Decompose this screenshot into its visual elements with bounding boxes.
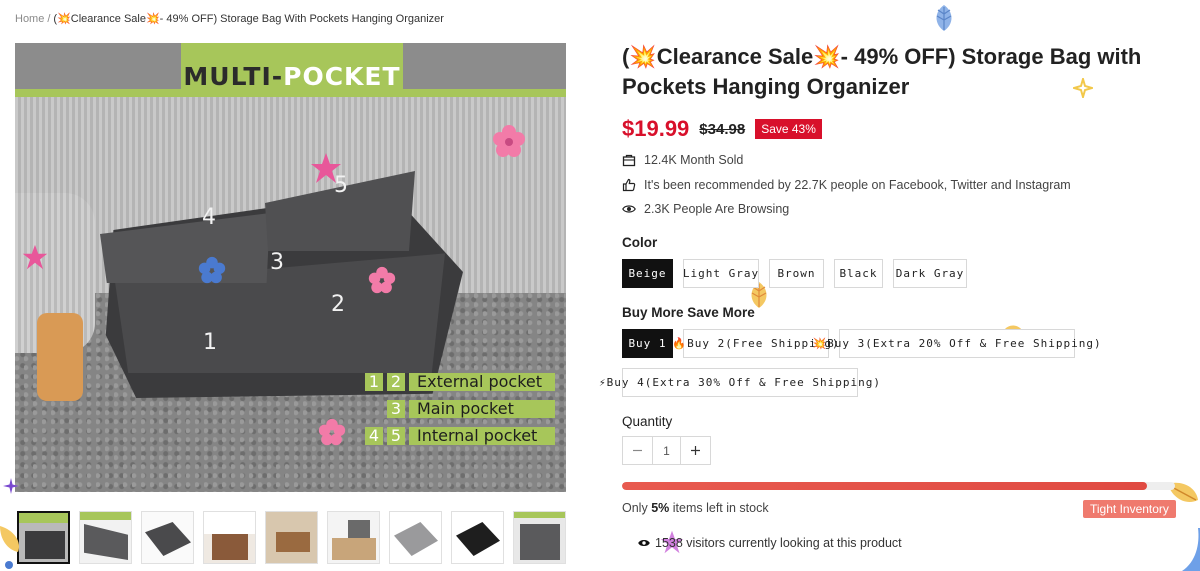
sale-price: $19.99 <box>622 116 690 141</box>
leaf-decoration-icon <box>936 5 952 31</box>
stock-prefix: Only <box>622 501 648 515</box>
image-banner: MULTI-POCKET <box>181 43 403 95</box>
pocket-number-4: 4 <box>202 205 216 230</box>
thumbnail[interactable] <box>79 511 132 564</box>
sofa-leg-illustration <box>37 313 83 401</box>
bundle-label: Buy More Save More <box>622 305 755 320</box>
stock-progress-bar <box>622 482 1175 490</box>
thumbs-up-icon <box>622 178 636 192</box>
browsing-text: 2.3K People Are Browsing <box>644 202 790 216</box>
stock-progress-fill <box>622 482 1148 490</box>
thumbnail[interactable] <box>389 511 442 564</box>
info-row-recommended: It's been recommended by 22.7K people on… <box>622 178 1071 192</box>
bundle-option-buy-4[interactable]: ⚡Buy 4(Extra 30% Off & Free Shipping) <box>599 368 880 397</box>
legend-num: 4 <box>365 426 383 445</box>
thumbnail[interactable] <box>451 511 504 564</box>
legend-num: 5 <box>387 426 405 445</box>
color-label: Color <box>622 235 658 250</box>
quantity-label: Quantity <box>622 414 673 429</box>
legend-row-external: 1 2 External pocket <box>365 369 555 394</box>
dot-decoration-icon <box>5 561 13 569</box>
pocket-number-1: 1 <box>203 330 217 355</box>
recommended-text: It's been recommended by 22.7K people on… <box>644 178 1071 192</box>
sold-text: 12.4K Month Sold <box>644 153 744 167</box>
bundle-option-buy-3[interactable]: 💥Buy 3(Extra 20% Off & Free Shipping) <box>812 329 1101 358</box>
legend-label-main: Main pocket <box>409 399 555 418</box>
thumbnail-strip <box>17 511 566 564</box>
quantity-stepper <box>622 436 711 465</box>
minus-icon <box>633 449 642 452</box>
eye-icon <box>638 540 650 546</box>
legend-num: 2 <box>387 372 405 391</box>
thumbnail[interactable] <box>327 511 380 564</box>
breadcrumb-current: (💥Clearance Sale💥- 49% OFF) Storage Bag … <box>53 13 444 25</box>
bundle-option-buy-2[interactable]: 🔥Buy 2(Free Shipping) <box>672 329 839 358</box>
breadcrumb-separator: / <box>47 13 51 25</box>
tight-inventory-badge: Tight Inventory <box>1083 500 1176 518</box>
plus-icon <box>691 446 700 455</box>
breadcrumb-home-link[interactable]: Home <box>15 13 44 25</box>
color-option-dark-gray[interactable]: Dark Gray <box>893 259 967 288</box>
save-badge: Save 43% <box>755 119 822 139</box>
banner-text-right: POCKET <box>283 62 401 91</box>
legend-num: 1 <box>365 372 383 391</box>
image-banner-text: MULTI-POCKET <box>183 62 400 91</box>
info-row-browsing: 2.3K People Are Browsing <box>622 202 789 216</box>
product-title: (💥Clearance Sale💥- 49% OFF) Storage Bag … <box>622 44 1142 99</box>
quantity-input[interactable] <box>652 437 681 464</box>
compare-price: $34.98 <box>699 120 746 138</box>
breadcrumb: Home / (💥Clearance Sale💥- 49% OFF) Storage… <box>15 12 444 25</box>
thumbnail[interactable] <box>203 511 256 564</box>
leaf-decoration-icon <box>1182 528 1200 571</box>
shopping-bag-icon <box>622 154 636 167</box>
quantity-increase-button[interactable] <box>681 437 710 464</box>
pocket-number-3: 3 <box>270 250 284 275</box>
stock-text: Only 5% items left in stock <box>622 501 769 515</box>
legend-row-internal: 4 5 Internal pocket <box>365 423 555 448</box>
thumbnail[interactable] <box>513 511 566 564</box>
stock-percent: 5% <box>651 501 670 515</box>
thumbnail[interactable] <box>17 511 70 564</box>
info-row-sold: 12.4K Month Sold <box>622 153 743 167</box>
color-option-light-gray[interactable]: Light Gray <box>683 259 759 288</box>
color-option-brown[interactable]: Brown <box>769 259 824 288</box>
legend-label-external: External pocket <box>409 372 555 391</box>
thumbnail[interactable] <box>265 511 318 564</box>
pocket-number-5: 5 <box>334 173 348 198</box>
thumbnail[interactable] <box>141 511 194 564</box>
visitors-text: 1538 visitors currently looking at this … <box>655 536 902 550</box>
color-option-black[interactable]: Black <box>834 259 883 288</box>
eye-icon <box>622 205 636 213</box>
bundle-option-buy-1[interactable]: Buy 1 <box>622 329 673 358</box>
pocket-legend: 1 2 External pocket 3 Main pocket 4 5 In… <box>365 369 555 450</box>
color-option-beige[interactable]: Beige <box>622 259 673 288</box>
legend-label-internal: Internal pocket <box>409 426 555 445</box>
legend-row-main: 3 Main pocket <box>365 396 555 421</box>
pocket-number-2: 2 <box>331 292 345 317</box>
stock-suffix: items left in stock <box>672 501 769 515</box>
price-row: $19.99 $34.98 Save 43% <box>622 116 822 142</box>
main-product-image[interactable]: MULTI-POCKET 4 5 3 2 1 1 2 External pock… <box>15 43 566 492</box>
legend-num: 3 <box>387 399 405 418</box>
quantity-decrease-button[interactable] <box>623 437 652 464</box>
banner-text-left: MULTI- <box>183 62 284 91</box>
visitors-row: 1538 visitors currently looking at this … <box>638 536 902 550</box>
